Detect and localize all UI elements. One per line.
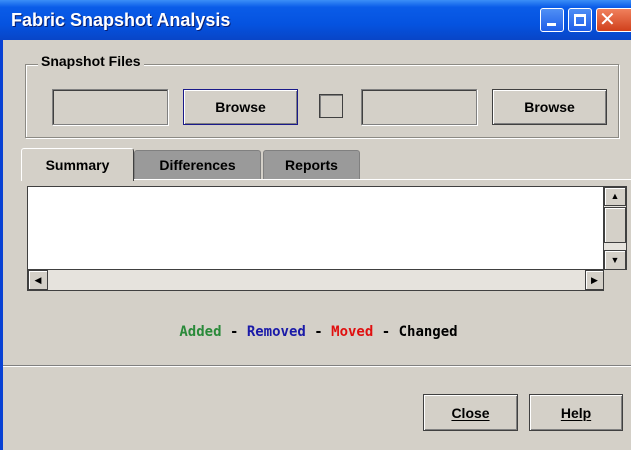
tab-summary[interactable]: Summary [21, 148, 134, 181]
vertical-scroll-thumb[interactable] [604, 207, 626, 243]
minimize-button[interactable] [540, 8, 564, 32]
tab-reports-label: Reports [285, 157, 338, 173]
change-legend: Added - Removed - Moved - Changed [3, 324, 631, 340]
snapshot-files-legend: Snapshot Files [38, 53, 144, 69]
scroll-left-button[interactable]: ◀ [28, 270, 48, 290]
legend-removed: Removed [246, 324, 306, 340]
legend-added: Added [179, 324, 222, 340]
legend-separator: - [305, 324, 332, 340]
snapshot-analysis-window: Fabric Snapshot Analysis ✕ Snapshot File… [0, 0, 631, 450]
right-browse-label: Browse [524, 99, 575, 115]
right-snapshot-file-field[interactable] [361, 89, 477, 125]
scroll-right-button[interactable]: ▶ [585, 270, 604, 290]
help-button-label: Help [560, 404, 592, 421]
legend-separator: - [373, 324, 399, 340]
legend-separator: - [221, 324, 247, 340]
maximize-button[interactable] [568, 8, 592, 32]
close-button-label: Close [451, 404, 490, 421]
tab-summary-label: Summary [45, 157, 110, 173]
left-browse-button[interactable]: Browse [183, 89, 298, 125]
tab-differences[interactable]: Differences [134, 150, 261, 179]
maximize-icon [574, 14, 586, 26]
legend-changed: Changed [398, 324, 458, 340]
help-button[interactable]: Help [529, 394, 623, 431]
tab-differences-label: Differences [159, 157, 236, 173]
left-snapshot-file-field[interactable] [52, 89, 168, 125]
close-icon: ✕ [599, 9, 616, 31]
compare-checkbox[interactable] [319, 94, 343, 118]
summary-text-area[interactable] [27, 186, 604, 270]
left-browse-label: Browse [215, 99, 266, 115]
minimize-icon [547, 23, 556, 26]
horizontal-scrollbar[interactable]: ◀ ▶ [27, 270, 604, 291]
close-button[interactable]: Close [423, 394, 518, 431]
scroll-up-button[interactable]: ▲ [604, 187, 626, 206]
tab-reports[interactable]: Reports [263, 150, 360, 179]
vertical-scrollbar[interactable]: ▲ ▼ [604, 186, 627, 270]
title-bar[interactable]: Fabric Snapshot Analysis ✕ [0, 0, 631, 40]
arrow-right-icon: ▶ [591, 274, 598, 285]
arrow-down-icon: ▼ [610, 254, 620, 265]
right-browse-button[interactable]: Browse [492, 89, 607, 125]
window-title: Fabric Snapshot Analysis [11, 10, 231, 30]
legend-moved: Moved [331, 324, 374, 340]
arrow-up-icon: ▲ [610, 191, 620, 201]
close-window-button[interactable]: ✕ [596, 8, 631, 32]
footer-separator [3, 365, 631, 367]
arrow-left-icon: ◀ [34, 274, 42, 285]
scroll-down-button[interactable]: ▼ [604, 250, 626, 270]
